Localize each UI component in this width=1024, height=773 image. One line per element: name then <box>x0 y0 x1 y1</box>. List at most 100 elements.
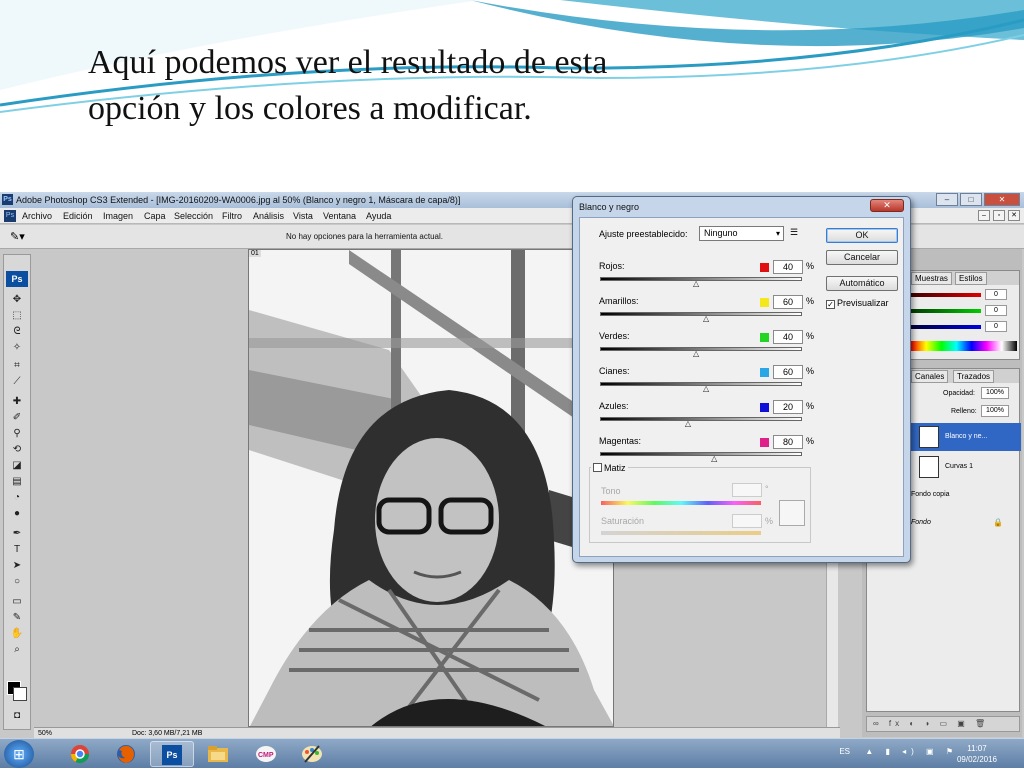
photoshop-taskbar-icon[interactable]: Ps <box>150 741 194 767</box>
preset-select[interactable]: Ninguno <box>699 226 784 241</box>
tab-trazados[interactable]: Trazados <box>953 370 995 383</box>
red-value[interactable]: 0 <box>985 289 1007 300</box>
menu-archivo[interactable]: Archivo <box>22 208 52 224</box>
menu-vista[interactable]: Vista <box>293 208 313 224</box>
minimize-button[interactable]: – <box>936 193 958 206</box>
red-slider[interactable] <box>907 293 981 297</box>
saturation-input[interactable] <box>732 514 762 528</box>
menu-ayuda[interactable]: Ayuda <box>366 208 391 224</box>
channel-value-input[interactable]: 60 <box>773 365 803 379</box>
tint-option[interactable]: Matiz <box>591 463 628 473</box>
blur-tool-icon[interactable]: ◔ <box>8 491 26 505</box>
marquee-tool-icon[interactable]: ⬚ <box>8 309 26 323</box>
preview-checkbox[interactable]: ✓ <box>826 300 835 309</box>
maximize-button[interactable]: □ <box>960 193 982 206</box>
hand-tool-icon[interactable]: ✋ <box>8 627 26 641</box>
tint-color-swatch[interactable] <box>779 500 805 526</box>
channel-value-input[interactable]: 60 <box>773 295 803 309</box>
document-canvas[interactable]: 01 <box>248 249 614 727</box>
pen-tool-icon[interactable]: ✒ <box>8 527 26 541</box>
menu-ventana[interactable]: Ventana <box>323 208 356 224</box>
document-icon[interactable]: Ps <box>4 210 16 222</box>
channel-slider[interactable] <box>600 277 802 281</box>
paint-icon[interactable] <box>290 741 334 767</box>
channel-value-input[interactable]: 40 <box>773 260 803 274</box>
menu-edicion[interactable]: Edición <box>63 208 93 224</box>
brush-tool-icon[interactable]: ✐ <box>8 411 26 425</box>
close-button[interactable]: ✕ <box>984 193 1020 206</box>
lasso-tool-icon[interactable]: ᘓ <box>8 325 26 339</box>
type-tool-icon[interactable]: T <box>8 543 26 557</box>
channel-slider[interactable] <box>600 417 802 421</box>
quick-mask-icon[interactable]: ◘ <box>8 709 26 723</box>
eyedropper-tool-preset-icon[interactable]: ✎▾ <box>10 229 34 245</box>
slider-thumb-icon[interactable]: △ <box>693 349 699 358</box>
blue-slider[interactable] <box>907 325 981 329</box>
color-spectrum[interactable] <box>911 341 1017 351</box>
doc-restore-button[interactable]: ▫ <box>993 210 1005 221</box>
slider-thumb-icon[interactable]: △ <box>703 384 709 393</box>
eyedropper-tool-icon[interactable]: ✎ <box>8 611 26 625</box>
clone-stamp-tool-icon[interactable]: ⚲ <box>8 427 26 441</box>
shape-tool-icon[interactable]: ○ <box>8 575 26 589</box>
background-color-swatch[interactable] <box>13 687 27 701</box>
tab-muestras[interactable]: Muestras <box>911 272 952 285</box>
zoom-tool-icon[interactable]: ⌕ <box>8 643 26 657</box>
saturation-slider[interactable] <box>601 531 761 535</box>
channel-value-input[interactable]: 80 <box>773 435 803 449</box>
preset-options-icon[interactable]: ☰ <box>790 227 798 238</box>
doc-close-button[interactable]: ✕ <box>1008 210 1020 221</box>
opacity-input[interactable]: 100% <box>981 387 1009 399</box>
hue-input[interactable] <box>732 483 762 497</box>
preview-option[interactable]: ✓ Previsualizar <box>826 298 889 309</box>
ok-button[interactable]: OK <box>826 228 898 243</box>
channel-slider[interactable] <box>600 452 802 456</box>
channel-slider[interactable] <box>600 382 802 386</box>
tray-icons[interactable]: ▲ ▮ ◂) ▣ ⚑ <box>865 747 958 756</box>
hue-slider[interactable] <box>601 501 761 505</box>
auto-button[interactable]: Automático <box>826 276 898 291</box>
slider-thumb-icon[interactable]: △ <box>711 454 717 463</box>
green-value[interactable]: 0 <box>985 305 1007 316</box>
firefox-icon[interactable] <box>104 741 148 767</box>
gradient-tool-icon[interactable]: ▤ <box>8 475 26 489</box>
doc-minimize-button[interactable]: – <box>978 210 990 221</box>
path-selection-tool-icon[interactable]: ➤ <box>8 559 26 573</box>
crop-tool-icon[interactable]: ⌗ <box>8 359 26 373</box>
menu-capa[interactable]: Capa <box>144 208 166 224</box>
chrome-icon[interactable] <box>58 741 102 767</box>
move-tool-icon[interactable]: ✥ <box>8 293 26 307</box>
channel-value-input[interactable]: 20 <box>773 400 803 414</box>
menu-seleccion[interactable]: Selección <box>174 208 213 224</box>
channel-value-input[interactable]: 40 <box>773 330 803 344</box>
app-icon[interactable]: CMP <box>244 741 288 767</box>
clock[interactable]: 11:07 09/02/2016 <box>952 743 1002 765</box>
dodge-tool-icon[interactable]: ● <box>8 507 26 521</box>
tab-estilos[interactable]: Estilos <box>955 272 987 285</box>
channel-slider[interactable] <box>600 347 802 351</box>
language-indicator[interactable]: ES <box>839 747 850 756</box>
green-slider[interactable] <box>907 309 981 313</box>
magic-wand-tool-icon[interactable]: ✧ <box>8 341 26 355</box>
slider-thumb-icon[interactable]: △ <box>693 279 699 288</box>
notes-tool-icon[interactable]: ▭ <box>8 595 26 609</box>
history-brush-tool-icon[interactable]: ⟲ <box>8 443 26 457</box>
blue-value[interactable]: 0 <box>985 321 1007 332</box>
menu-analisis[interactable]: Análisis <box>253 208 284 224</box>
cancel-button[interactable]: Cancelar <box>826 250 898 265</box>
dialog-close-button[interactable]: ✕ <box>870 199 904 212</box>
eraser-tool-icon[interactable]: ◪ <box>8 459 26 473</box>
fill-input[interactable]: 100% <box>981 405 1009 417</box>
file-explorer-icon[interactable] <box>196 741 240 767</box>
tint-checkbox[interactable] <box>593 463 602 472</box>
menu-filtro[interactable]: Filtro <box>222 208 242 224</box>
healing-brush-tool-icon[interactable]: ✚ <box>8 395 26 409</box>
menu-imagen[interactable]: Imagen <box>103 208 133 224</box>
slider-thumb-icon[interactable]: △ <box>685 419 691 428</box>
slice-tool-icon[interactable]: ⟋ <box>8 375 26 389</box>
slider-thumb-icon[interactable]: △ <box>703 314 709 323</box>
channel-slider[interactable] <box>600 312 802 316</box>
tab-canales[interactable]: Canales <box>911 370 949 383</box>
layers-panel-footer-icons[interactable]: ∞ fx ◐ ◑ ▭ ▣ 🗑 <box>866 716 1020 732</box>
start-button[interactable]: ⊞ <box>4 740 34 768</box>
